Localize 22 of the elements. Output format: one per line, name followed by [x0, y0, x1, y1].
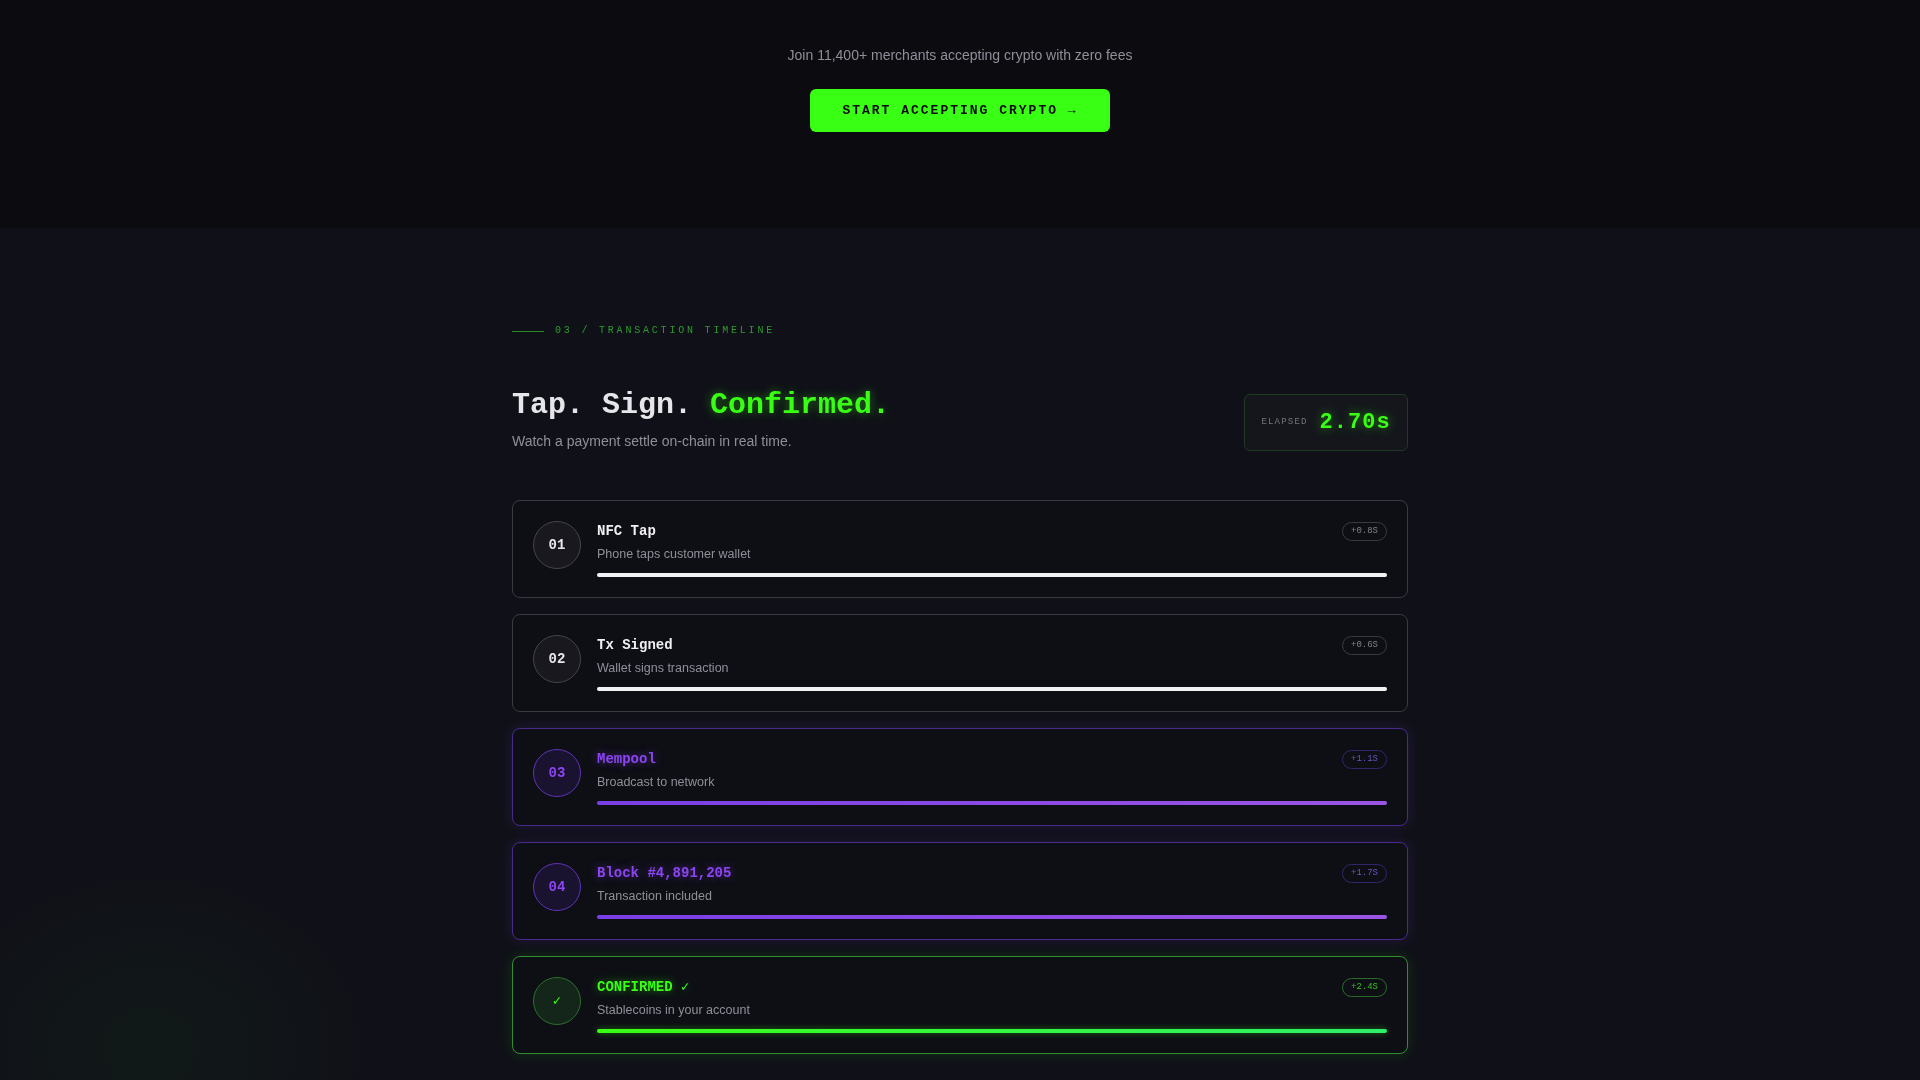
step-marker: 02 — [533, 635, 581, 683]
cta-button[interactable]: START ACCEPTING CRYPTO → — [810, 89, 1110, 132]
step-description: Transaction included — [597, 888, 713, 905]
step-description: Broadcast to network — [597, 774, 716, 791]
section-subtitle: Watch a payment settle on-chain in real time. — [512, 432, 793, 451]
step-description: Phone taps customer wallet — [597, 546, 752, 563]
step-description: Wallet signs transaction — [597, 660, 730, 677]
step-marker: ✓ — [533, 977, 581, 1025]
step-title: NFC Tap — [597, 522, 656, 541]
tagline-text: Join 11,400+ merchants accepting crypto with zero fees — [786, 46, 1134, 65]
eyebrow-text: 03 / TRANSACTION TIMELINE — [555, 324, 776, 338]
step-title: CONFIRMED ✓ — [597, 978, 690, 997]
elapsed-label: ELAPSED — [1261, 415, 1308, 429]
step-marker: 04 — [533, 863, 581, 911]
step-title: Mempool — [597, 750, 656, 769]
step-title: Tx Signed — [597, 636, 673, 655]
step-title: Block #4,891,205 — [597, 864, 732, 883]
section-heading: Tap. Sign. Confirmed. — [512, 387, 891, 423]
step-marker: 01 — [533, 521, 581, 569]
elapsed-value: 2.70s — [1319, 409, 1391, 437]
step-marker: 03 — [533, 749, 581, 797]
step-description: Stablecoins in your account — [597, 1002, 751, 1019]
